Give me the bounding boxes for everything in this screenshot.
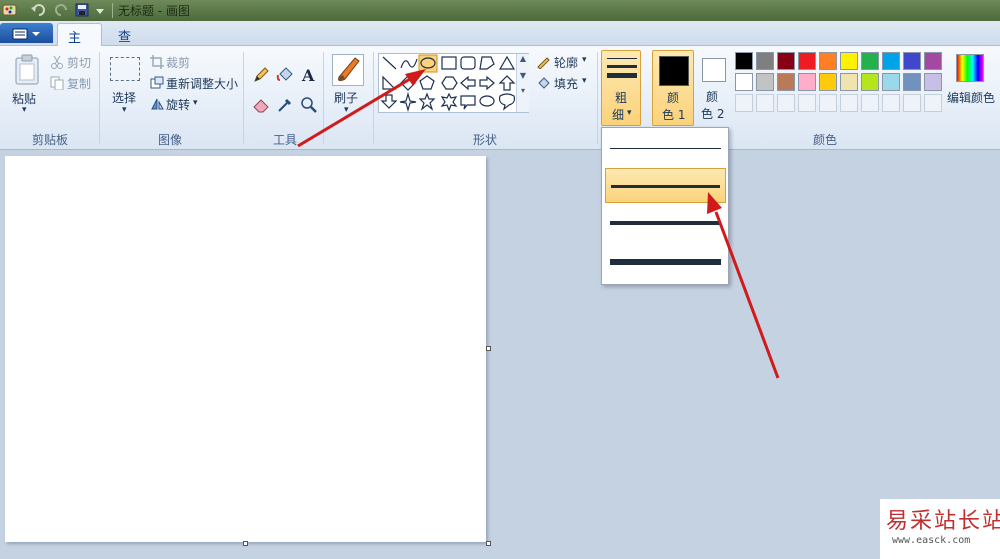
watermark: 易采站长站 www.easck.com [880, 499, 1000, 559]
watermark-text: 易采站长站 [886, 509, 1000, 534]
annotation-arrow-ellipse [297, 77, 411, 148]
annotation-arrowhead-size [707, 192, 722, 214]
annotation-arrows [297, 69, 780, 379]
annotation-arrowhead-ellipse [405, 69, 426, 86]
annotation-arrow-size [714, 211, 780, 379]
watermark-url: www.easck.com [892, 535, 971, 546]
